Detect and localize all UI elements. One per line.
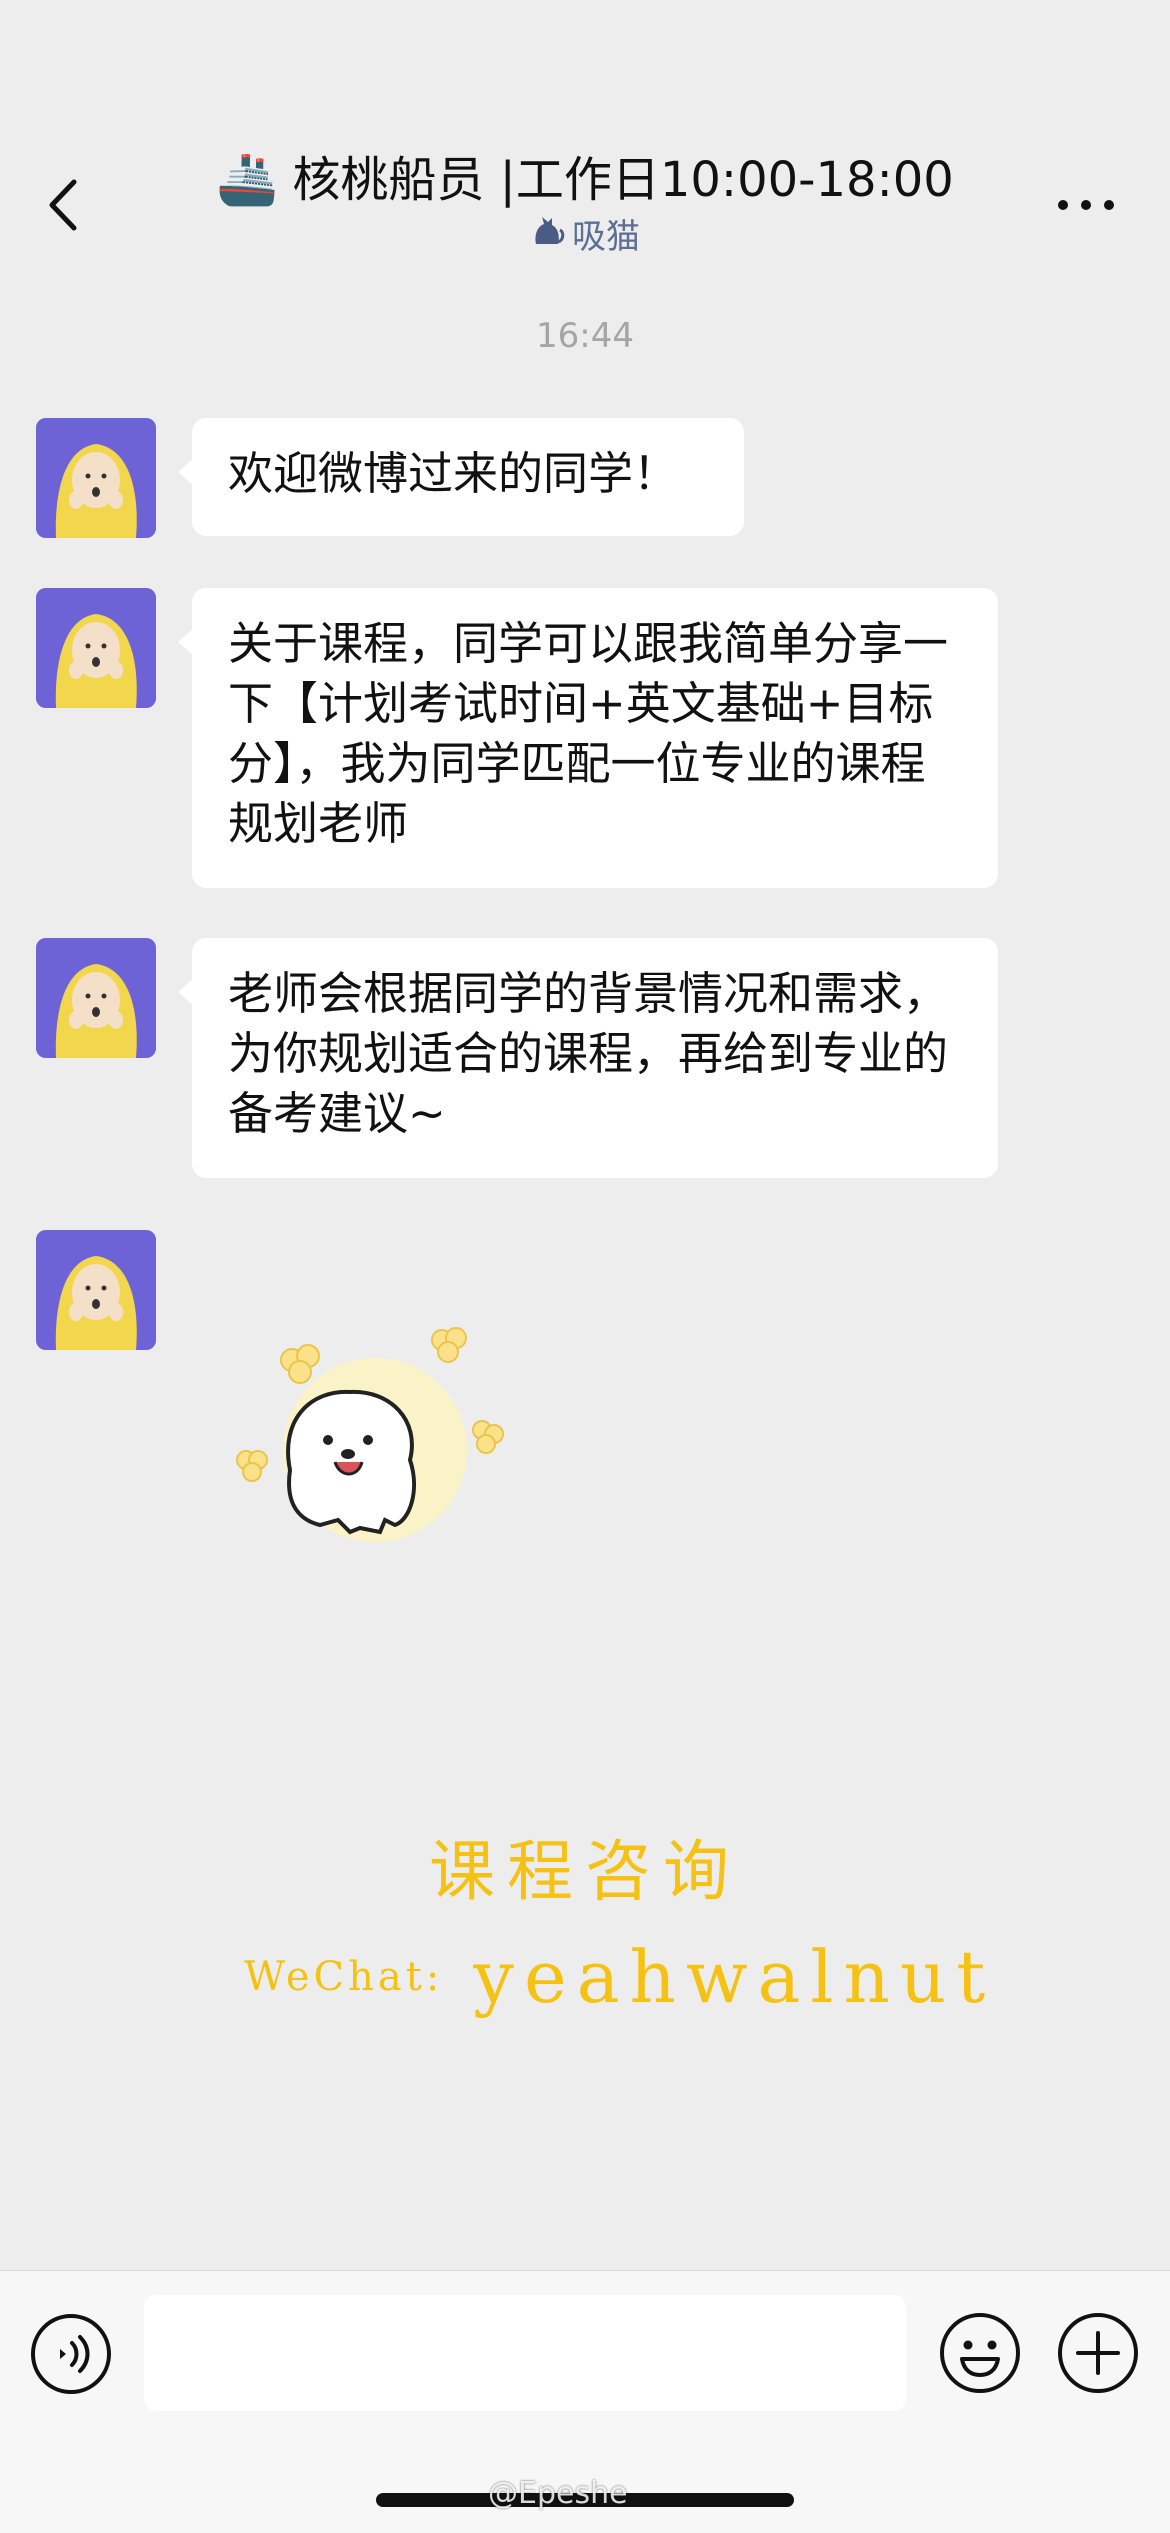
promo-wechat: WeChat: yeahwalnut [244, 1935, 995, 2019]
message-text: 老师会根据同学的背景情况和需求，为你规划适合的课程，再给到专业的备考建议~ [228, 967, 949, 1140]
message-bubble[interactable]: 关于课程，同学可以跟我简单分享一下【计划考试时间+英文基础+目标分】，我为同学匹… [178, 588, 998, 888]
promo-title: 课程咨询 [429, 1833, 741, 1910]
chat-title: 🚢 核桃船员 |工作日10:00-18:00 [0, 148, 1170, 211]
avatar-illustration [36, 588, 156, 708]
emoji-icon [940, 2313, 1020, 2393]
contact-avatar[interactable] [36, 418, 156, 538]
contact-avatar[interactable] [36, 588, 156, 708]
more-button[interactable] [1058, 196, 1114, 214]
message-bubble[interactable]: 老师会根据同学的背景情况和需求，为你规划适合的课程，再给到专业的备考建议~ [178, 938, 998, 1178]
cat-icon [530, 212, 566, 260]
plus-button[interactable] [1056, 2311, 1140, 2395]
avatar-illustration [36, 938, 156, 1058]
plus-icon [1058, 2313, 1138, 2393]
watermark: @Epeshe [488, 2476, 628, 2511]
avatar-illustration [36, 418, 156, 538]
message-bubble[interactable]: 欢迎微博过来的同学！ [178, 418, 744, 536]
wechat-id: yeahwalnut [473, 1935, 996, 2019]
chat-header: 🚢 核桃船员 |工作日10:00-18:00 吸猫 [0, 0, 1170, 290]
message-text: 关于课程，同学可以跟我简单分享一下【计划考试时间+英文基础+目标分】，我为同学匹… [228, 617, 949, 850]
white-puppy-sticker[interactable] [220, 1320, 520, 1580]
ship-icon: 🚢 [216, 150, 279, 208]
voice-button[interactable] [30, 2313, 112, 2395]
message-text: 欢迎微博过来的同学！ [228, 447, 679, 500]
emoji-button[interactable] [938, 2311, 1022, 2395]
avatar-illustration [36, 1230, 156, 1350]
message-timestamp: 16:44 [536, 316, 634, 356]
chat-subtitle[interactable]: 吸猫 [0, 212, 1170, 260]
wechat-label: WeChat: [244, 1954, 444, 2000]
chat-title-text: 核桃船员 |工作日10:00-18:00 [292, 152, 954, 208]
contact-avatar[interactable] [36, 938, 156, 1058]
voice-icon [31, 2314, 111, 2394]
message-input[interactable] [144, 2295, 906, 2411]
contact-avatar[interactable] [36, 1230, 156, 1350]
subtitle-text: 吸猫 [572, 217, 640, 257]
